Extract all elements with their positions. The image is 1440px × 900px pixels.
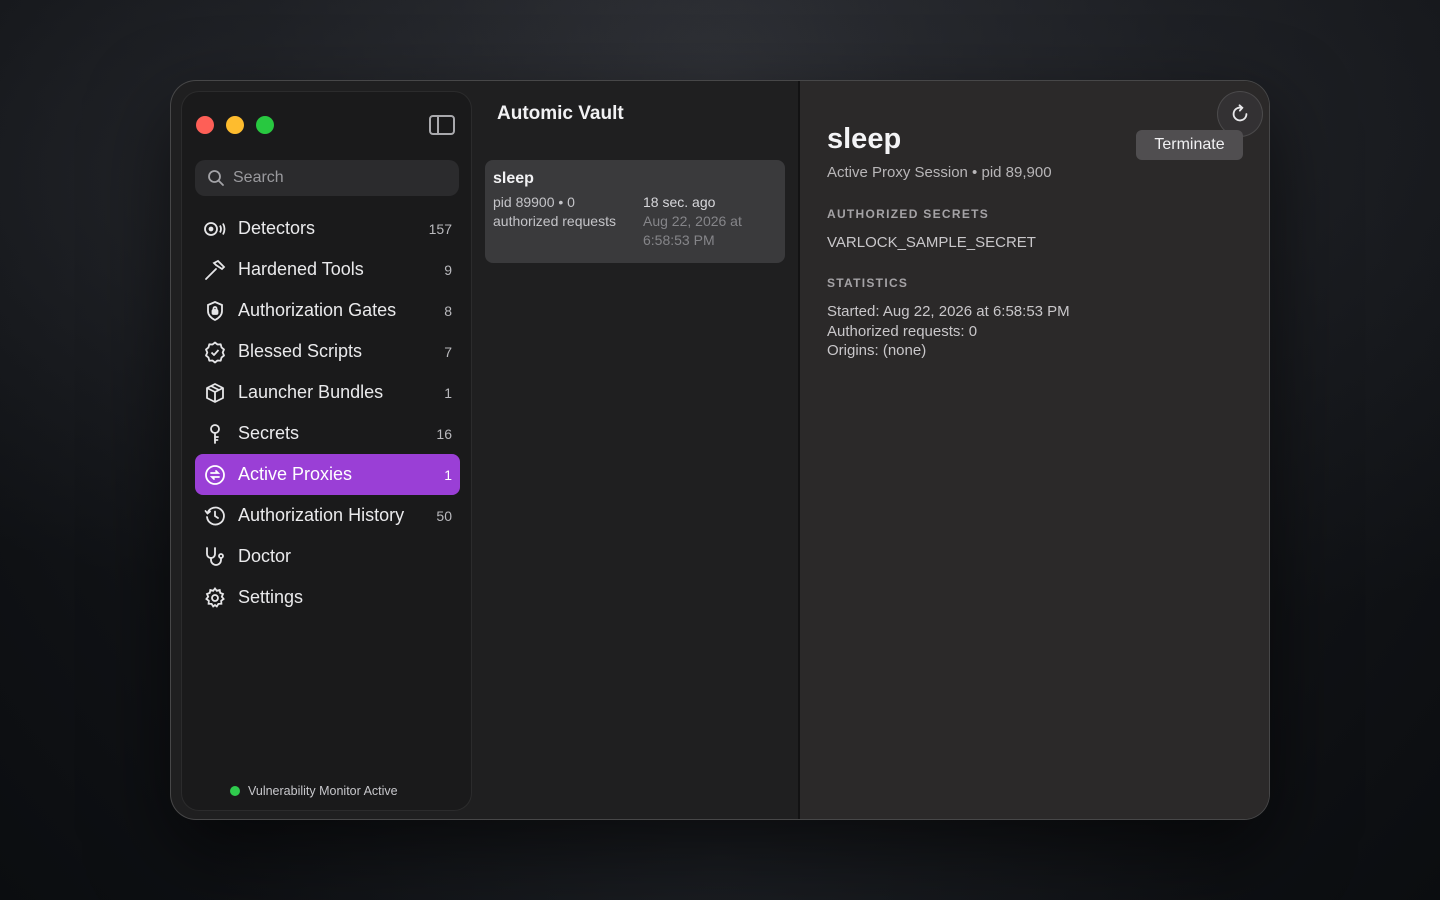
sidebar: Detectors 157 Hardened Tools 9 <box>181 91 472 811</box>
sidebar-item-label: Blessed Scripts <box>238 341 363 361</box>
sidebar-item-secrets[interactable]: Secrets 16 <box>195 413 460 454</box>
sidebar-item-authorization-history[interactable]: Authorization History 50 <box>195 495 460 536</box>
list-title: Automic Vault <box>497 103 624 124</box>
sidebar-item-label: Hardened Tools <box>238 259 364 279</box>
search-field[interactable] <box>195 160 459 196</box>
sidebar-item-label: Settings <box>238 587 304 607</box>
detail-pane: sleep Terminate Active Proxy Session • p… <box>800 81 1269 819</box>
secret-name: VARLOCK_SAMPLE_SECRET <box>827 234 1036 251</box>
sidebar-item-count: 1 <box>444 384 452 401</box>
sidebar-item-count: 1 <box>444 466 452 483</box>
sidebar-item-label: Authorization History <box>238 505 405 525</box>
checkmark-seal-icon <box>203 340 227 364</box>
hammer-icon <box>203 258 227 282</box>
detail-subtitle: Active Proxy Session • pid 89,900 <box>827 164 1052 181</box>
statistics-heading: STATISTICS <box>827 276 909 290</box>
stethoscope-icon <box>203 545 227 569</box>
sidebar-item-count: 9 <box>444 261 452 278</box>
statistics-list: Started: Aug 22, 2026 at 6:58:53 PM Auth… <box>827 302 1070 361</box>
sidebar-item-label: Launcher Bundles <box>238 382 384 402</box>
sidebar-item-settings[interactable]: Settings <box>195 577 460 618</box>
list-item[interactable]: sleep pid 89900 • 0 authorized requests … <box>485 160 785 263</box>
key-icon <box>203 422 227 446</box>
cube-icon <box>203 381 227 405</box>
list-item-relative-time: 18 sec. ago <box>643 194 716 210</box>
sidebar-item-launcher-bundles[interactable]: Launcher Bundles 1 <box>195 372 460 413</box>
sidebar-item-count: 157 <box>428 220 452 237</box>
search-icon <box>208 170 224 186</box>
sidebar-item-label: Doctor <box>238 546 292 566</box>
sidebar-nav: Detectors 157 Hardened Tools 9 Authoriza… <box>195 208 460 618</box>
sidebar-item-count: 50 <box>436 507 452 524</box>
detector-icon <box>203 217 227 241</box>
stat-authorized-requests: Authorized requests: 0 <box>827 322 978 340</box>
sidebar-item-label: Authorization Gates <box>238 300 397 320</box>
proxy-list-pane: Automic Vault sleep pid 89900 • 0 author… <box>473 81 799 819</box>
monitor-status: Vulnerability Monitor Active <box>230 784 398 798</box>
sidebar-item-detectors[interactable]: Detectors 157 <box>195 208 460 249</box>
sidebar-item-active-proxies[interactable]: Active Proxies 1 <box>195 454 460 495</box>
zoom-window-button[interactable] <box>256 116 274 134</box>
sidebar-item-count: 16 <box>436 425 452 442</box>
stat-origins: Origins: (none) <box>827 342 927 359</box>
window-controls <box>196 116 274 134</box>
authorized-secrets-heading: AUTHORIZED SECRETS <box>827 207 990 221</box>
sidebar-item-label: Detectors <box>238 218 316 238</box>
search-input[interactable] <box>233 169 433 187</box>
list-item-date: Aug 22, 2026 at 6:58:53 PM <box>643 213 742 248</box>
gear-icon <box>203 586 227 610</box>
stat-started: Started: Aug 22, 2026 at 6:58:53 PM <box>827 303 1070 320</box>
clock-history-icon <box>203 504 227 528</box>
sidebar-item-authorization-gates[interactable]: Authorization Gates 8 <box>195 290 460 331</box>
app-window: Detectors 157 Hardened Tools 9 <box>170 80 1270 820</box>
close-window-button[interactable] <box>196 116 214 134</box>
list-item-meta: pid 89900 • 0 authorized requests <box>493 194 616 229</box>
refresh-icon <box>1232 104 1248 122</box>
minimize-window-button[interactable] <box>226 116 244 134</box>
status-dot-icon <box>230 786 240 796</box>
sidebar-item-blessed-scripts[interactable]: Blessed Scripts 7 <box>195 331 460 372</box>
proxy-arrows-icon <box>203 463 227 487</box>
sidebar-item-label: Secrets <box>238 423 300 443</box>
sidebar-item-hardened-tools[interactable]: Hardened Tools 9 <box>195 249 460 290</box>
detail-title: sleep <box>827 123 902 155</box>
sidebar-item-count: 8 <box>444 302 452 319</box>
sidebar-toggle-icon[interactable] <box>429 115 455 135</box>
monitor-status-text: Vulnerability Monitor Active <box>248 784 398 798</box>
list-item-title: sleep <box>493 170 534 187</box>
terminate-button[interactable]: Terminate <box>1136 130 1243 160</box>
shield-lock-icon <box>203 299 227 323</box>
sidebar-item-count: 7 <box>444 343 452 360</box>
sidebar-item-doctor[interactable]: Doctor <box>195 536 460 577</box>
sidebar-item-label: Active Proxies <box>238 464 353 484</box>
